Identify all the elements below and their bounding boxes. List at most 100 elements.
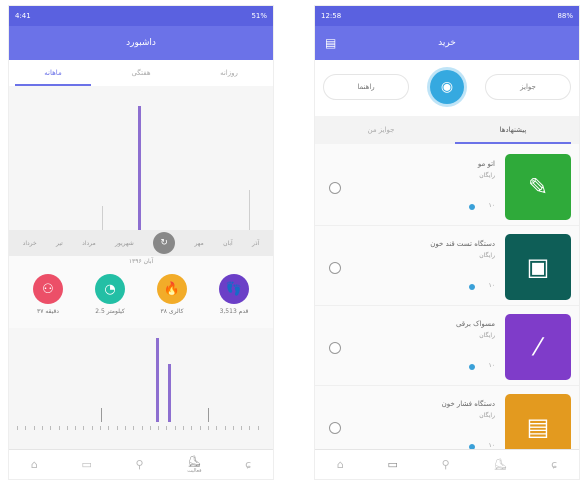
item-price: رایگان <box>479 332 495 339</box>
nav-label: فعالیت <box>187 468 202 474</box>
tab-weekly[interactable]: هفتگی <box>97 60 185 86</box>
status-time: 4:41 <box>15 12 31 20</box>
hist-tick <box>241 426 243 430</box>
nav-item[interactable]: ⚲ <box>442 458 450 471</box>
hist-tick <box>58 426 60 430</box>
month-label[interactable]: مرداد <box>82 240 96 247</box>
page-title: خرید <box>438 38 456 48</box>
status-time: 12:58 <box>321 12 342 20</box>
more-options-icon[interactable] <box>329 342 341 354</box>
apple-icon: ɕ <box>245 458 252 471</box>
shop-header: راهنما ◉ جوایز <box>315 60 579 116</box>
coin-dot-icon <box>469 364 475 370</box>
list-item[interactable]: ✎ اتو مو رایگان ۱۰ <box>315 146 579 226</box>
item-title: دستگاه فشار خون <box>441 400 495 408</box>
hist-tick <box>116 426 118 430</box>
hair-iron-icon: ✎ <box>505 154 571 220</box>
hist-tick <box>124 426 126 430</box>
period-tabs: ماهانه هفتگی روزانه <box>9 60 273 86</box>
hist-tick <box>41 426 43 430</box>
apple-icon: ɕ <box>551 458 558 471</box>
list-item[interactable]: ⁄ مسواک برقی رایگان ۱۰ <box>315 306 579 386</box>
hist-tick <box>174 426 176 430</box>
shoe-icon: ⌂ <box>30 458 38 471</box>
footprint-icon: ⚲ <box>441 458 450 471</box>
stat-item: ⚇ ۳۷ دقیقه <box>20 274 76 315</box>
nav-item[interactable]: ɕ <box>245 458 251 471</box>
nav-item[interactable]: ▭ <box>81 458 91 471</box>
bottom-nav: ⌂ ▭ ⚲ ⛸ ɕ <box>315 449 579 479</box>
hist-tick <box>33 426 35 430</box>
coin-avatar-icon[interactable]: ◉ <box>430 70 464 104</box>
tab-my-rewards[interactable]: جوایز من <box>315 116 447 144</box>
more-options-icon[interactable] <box>329 422 341 434</box>
tab-monthly[interactable]: ماهانه <box>9 60 97 86</box>
fire-icon: 🔥 <box>157 274 187 304</box>
stat-item: ◔ 2.5 کیلومتر <box>82 274 138 315</box>
hist-tick <box>100 426 101 430</box>
hist-bar <box>156 338 159 422</box>
stats-row: ⚇ ۳۷ دقیقه ◔ 2.5 کیلومتر 🔥 ۳۸ کالری 👣 3,513 قدم <box>9 274 273 315</box>
hist-tick <box>83 426 85 430</box>
chart-bar-selected <box>138 106 141 230</box>
page-title: داشبورد <box>126 38 156 48</box>
phone-dashboard: 4:41 51% داشبورد ماهانه هفتگی روزانه خرد… <box>8 5 274 480</box>
hist-tick <box>108 426 110 430</box>
month-knob[interactable]: ↻ <box>153 232 176 254</box>
hist-tick <box>257 426 259 430</box>
hist-tick <box>141 426 143 430</box>
hist-tick <box>25 426 27 430</box>
nav-item[interactable]: ⛸ <box>493 458 507 471</box>
month-label[interactable]: خرداد <box>23 240 37 247</box>
card-icon: ▭ <box>387 458 398 471</box>
footprint-icon: ⚲ <box>135 458 144 471</box>
nav-item[interactable]: ⚲ <box>135 458 143 471</box>
item-title: مسواک برقی <box>455 320 495 328</box>
month-label[interactable]: آبان <box>223 240 233 247</box>
item-cost: ۱۰ <box>488 282 495 289</box>
chart-icon: ⚇ <box>33 274 63 304</box>
coin-dot-icon <box>469 204 475 210</box>
nav-item[interactable]: ɕ <box>551 458 557 471</box>
more-options-icon[interactable] <box>329 262 341 274</box>
help-button[interactable]: راهنما <box>323 74 409 100</box>
tab-offers[interactable]: پیشنهادها <box>447 116 579 144</box>
hist-tick <box>183 426 184 430</box>
speed-icon: ◔ <box>95 274 125 304</box>
card-icon: ▭ <box>81 458 92 471</box>
nav-item[interactable]: ⌂ <box>31 458 38 471</box>
hist-tick <box>216 426 218 430</box>
chart-bar <box>249 190 250 230</box>
nav-item[interactable]: ⛸ فعالیت <box>187 455 201 474</box>
hist-tick <box>75 426 77 430</box>
more-options-icon[interactable] <box>329 182 341 194</box>
tab-daily[interactable]: روزانه <box>185 60 273 86</box>
month-label[interactable]: آذر <box>252 240 259 247</box>
status-bar: 4:41 51% <box>9 6 273 26</box>
hist-tick <box>66 426 68 430</box>
hist-tick <box>158 426 160 430</box>
rewards-button[interactable]: جوایز <box>485 74 571 100</box>
app-bar: ▤ خرید <box>315 26 579 60</box>
nav-item[interactable]: ▭ <box>388 458 398 471</box>
menu-icon[interactable]: ▤ <box>325 36 336 50</box>
hist-tick <box>199 426 201 430</box>
bottom-nav: ⌂ ▭ ⚲ ⛸ فعالیت ɕ <box>9 449 273 479</box>
month-label[interactable]: مهر <box>194 240 203 247</box>
month-label[interactable]: شهریور <box>115 240 134 247</box>
stat-label: 3,513 قدم <box>219 308 249 315</box>
stat-label: ۳۷ دقیقه <box>37 308 59 315</box>
nav-item[interactable]: ⌂ <box>337 458 344 471</box>
daily-histogram <box>9 328 273 456</box>
item-price: رایگان <box>479 172 495 179</box>
item-price: رایگان <box>479 412 495 419</box>
month-selector[interactable]: خرداد تیر مرداد شهریور ↻ مهر آبان آذر <box>9 230 273 256</box>
hist-tick <box>166 426 168 430</box>
month-label[interactable]: تیر <box>56 240 63 247</box>
list-item[interactable]: ▣ دستگاه تست قند خون رایگان ۱۰ <box>315 226 579 306</box>
hist-bar <box>101 408 102 422</box>
hist-tick <box>17 426 18 430</box>
item-price: رایگان <box>479 252 495 259</box>
phone-shop: 12:58 88% ▤ خرید راهنما ◉ جوایز جوایز من… <box>314 5 580 480</box>
hist-tick <box>149 426 151 430</box>
